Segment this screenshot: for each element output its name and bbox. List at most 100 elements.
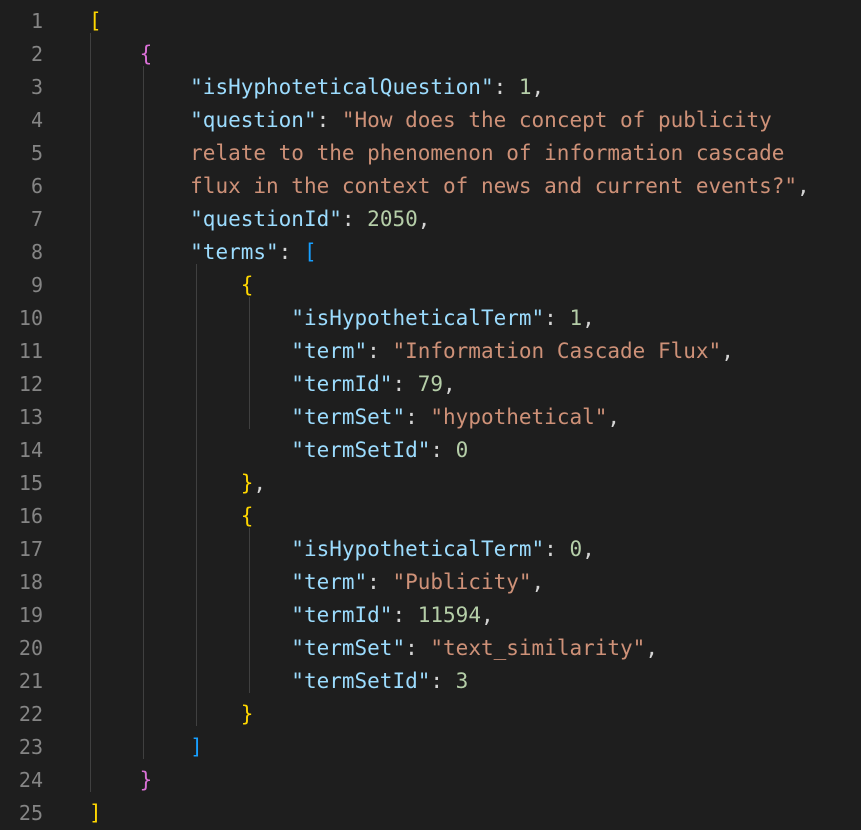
code-text: "isHyphoteticalQuestion": 1, bbox=[89, 71, 544, 104]
code-token: { bbox=[139, 42, 153, 66]
code-line[interactable]: 9 { bbox=[0, 269, 861, 302]
code-token: "termSetId" bbox=[291, 438, 431, 462]
code-text: flux in the context of news and current … bbox=[89, 170, 810, 203]
code-token: "termId" bbox=[291, 603, 393, 627]
code-line[interactable]: 4 "question": "How does the concept of p… bbox=[0, 104, 861, 137]
code-token: , bbox=[531, 75, 545, 99]
line-number: 15 bbox=[18, 471, 43, 495]
code-token: 79 bbox=[417, 372, 444, 396]
code-token: 11594 bbox=[417, 603, 481, 627]
code-line[interactable]: 2 { bbox=[0, 38, 861, 71]
code-line[interactable]: 8 "terms": [ bbox=[0, 236, 861, 269]
code-token: "term" bbox=[291, 339, 368, 363]
line-number: 10 bbox=[18, 306, 43, 330]
code-token: "hypothetical" bbox=[430, 405, 608, 429]
code-line[interactable]: 15 }, bbox=[0, 467, 861, 500]
code-text: relate to the phenomenon of information … bbox=[89, 137, 784, 170]
code-token: ] bbox=[190, 735, 203, 759]
code-text: { bbox=[89, 269, 254, 302]
code-token: 3 bbox=[455, 669, 469, 693]
code-line[interactable]: 12 "termId": 79, bbox=[0, 368, 861, 401]
code-token: : bbox=[405, 636, 431, 660]
code-line[interactable]: 18 "term": "Publicity", bbox=[0, 566, 861, 599]
code-text: ] bbox=[89, 797, 102, 830]
code-token: "terms" bbox=[190, 240, 279, 264]
code-token: ] bbox=[89, 801, 102, 825]
code-line[interactable]: 20 "termSet": "text_similarity", bbox=[0, 632, 861, 665]
code-line[interactable]: 3 "isHyphoteticalQuestion": 1, bbox=[0, 71, 861, 104]
code-line[interactable]: 16 { bbox=[0, 500, 861, 533]
code-token: "question" bbox=[190, 108, 317, 132]
code-token: "isHypotheticalTerm" bbox=[291, 537, 545, 561]
code-line[interactable]: 17 "isHypotheticalTerm": 0, bbox=[0, 533, 861, 566]
code-line[interactable]: 23 ] bbox=[0, 731, 861, 764]
line-number: 4 bbox=[30, 108, 43, 132]
code-token: } bbox=[240, 471, 254, 495]
code-token: [ bbox=[89, 9, 102, 33]
code-token: : bbox=[316, 108, 342, 132]
code-line[interactable]: 10 "isHypotheticalTerm": 1, bbox=[0, 302, 861, 335]
line-number: 13 bbox=[18, 405, 43, 429]
code-token: : bbox=[392, 372, 418, 396]
code-line[interactable]: 24 } bbox=[0, 764, 861, 797]
code-token: relate to the phenomenon of information … bbox=[190, 141, 785, 165]
code-token: "Information Cascade Flux" bbox=[392, 339, 722, 363]
code-text: "termId": 11594, bbox=[89, 599, 493, 632]
line-number: 23 bbox=[18, 735, 43, 759]
code-token: "termSet" bbox=[291, 405, 406, 429]
code-line[interactable]: 19 "termId": 11594, bbox=[0, 599, 861, 632]
code-text: { bbox=[89, 38, 153, 71]
code-token: "termSetId" bbox=[291, 669, 431, 693]
code-line[interactable]: 5 relate to the phenomenon of informatio… bbox=[0, 137, 861, 170]
code-token: { bbox=[240, 504, 254, 528]
code-text: } bbox=[89, 698, 254, 731]
code-token: "isHyphoteticalQuestion" bbox=[190, 75, 494, 99]
code-token: { bbox=[240, 273, 254, 297]
code-line[interactable]: 7 "questionId": 2050, bbox=[0, 203, 861, 236]
code-line[interactable]: 1[ bbox=[0, 5, 861, 38]
code-line[interactable]: 6 flux in the context of news and curren… bbox=[0, 170, 861, 203]
code-token: , bbox=[531, 570, 545, 594]
code-text: } bbox=[89, 764, 153, 797]
code-text: { bbox=[89, 500, 254, 533]
code-token: } bbox=[139, 768, 153, 792]
line-number: 20 bbox=[18, 636, 43, 660]
code-token: [ bbox=[303, 240, 317, 264]
code-token: 2050 bbox=[367, 207, 418, 231]
code-editor[interactable]: 1[2 {3 "isHyphoteticalQuestion": 1, 4 "qu… bbox=[0, 0, 861, 825]
line-number: 8 bbox=[30, 240, 43, 264]
code-token: 1 bbox=[569, 306, 583, 330]
code-text: ] bbox=[89, 731, 203, 764]
code-text: "term": "Publicity", bbox=[89, 566, 544, 599]
line-number: 5 bbox=[30, 141, 43, 165]
code-token: : bbox=[405, 405, 431, 429]
code-text: }, bbox=[89, 467, 266, 500]
line-number: 17 bbox=[18, 537, 43, 561]
line-number: 6 bbox=[30, 174, 43, 198]
line-number: 21 bbox=[18, 669, 43, 693]
code-line[interactable]: 11 "term": "Information Cascade Flux", bbox=[0, 335, 861, 368]
code-token: 1 bbox=[518, 75, 532, 99]
code-token: : bbox=[544, 537, 570, 561]
code-token: , bbox=[443, 372, 456, 396]
code-token: : bbox=[430, 438, 456, 462]
code-line[interactable]: 21 "termSetId": 3 bbox=[0, 665, 861, 698]
line-number: 25 bbox=[18, 801, 43, 825]
code-line[interactable]: 22 } bbox=[0, 698, 861, 731]
code-text: "term": "Information Cascade Flux", bbox=[89, 335, 734, 368]
code-line[interactable]: 14 "termSetId": 0 bbox=[0, 434, 861, 467]
code-token: "text_similarity" bbox=[430, 636, 646, 660]
code-text: "termSet": "hypothetical", bbox=[89, 401, 620, 434]
code-line[interactable]: 25] bbox=[0, 797, 861, 830]
code-line[interactable]: 13 "termSet": "hypothetical", bbox=[0, 401, 861, 434]
